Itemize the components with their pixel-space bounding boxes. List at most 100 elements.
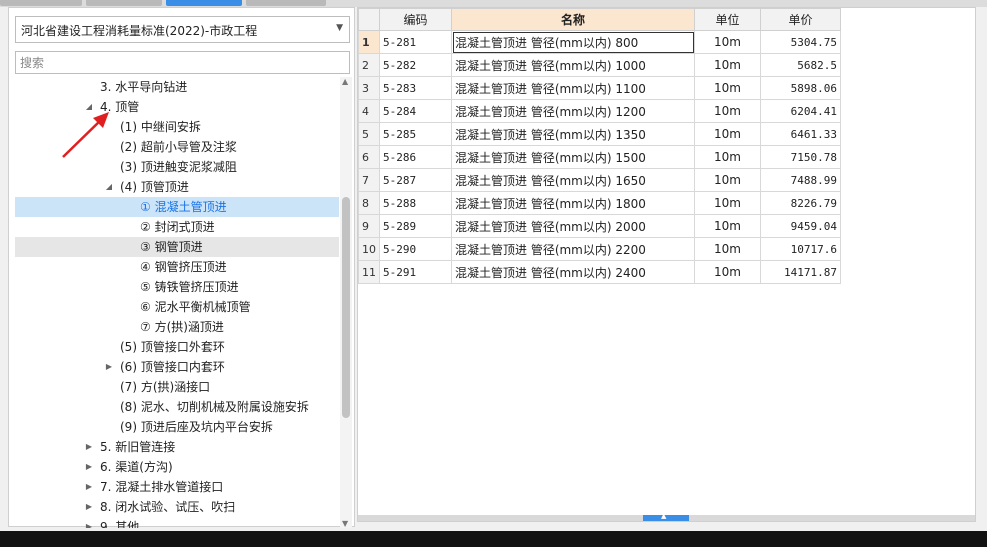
- cell-name[interactable]: 混凝土管顶进 管径(mm以内) 2000: [451, 214, 695, 238]
- cell-price[interactable]: 7150.78: [760, 145, 841, 169]
- cell-name[interactable]: 混凝土管顶进 管径(mm以内) 1800: [451, 191, 695, 215]
- table-row[interactable]: 10 5-290 混凝土管顶进 管径(mm以内) 2200 10m 10717.…: [358, 237, 841, 261]
- tree-node[interactable]: ④ 钢管挤压顶进: [15, 257, 339, 277]
- cell-price[interactable]: 5682.5: [760, 53, 841, 77]
- tree-node[interactable]: (8) 泥水、切削机械及附属设施安拆: [15, 397, 339, 417]
- cell-unit[interactable]: 10m: [694, 168, 761, 192]
- column-header-price[interactable]: 单价: [760, 8, 841, 31]
- expand-triangle-icon[interactable]: ▶: [104, 357, 114, 377]
- row-index[interactable]: 8: [358, 191, 380, 215]
- tree-node[interactable]: (2) 超前小导管及注浆: [15, 137, 339, 157]
- cell-price[interactable]: 10717.6: [760, 237, 841, 261]
- row-index-header[interactable]: [358, 8, 380, 31]
- cell-name[interactable]: 混凝土管顶进 管径(mm以内) 2400: [451, 260, 695, 284]
- table-row[interactable]: 8 5-288 混凝土管顶进 管径(mm以内) 1800 10m 8226.79: [358, 191, 841, 215]
- standard-selector-dropdown[interactable]: 河北省建设工程消耗量标准(2022)-市政工程 ▼: [15, 16, 350, 43]
- row-index[interactable]: 6: [358, 145, 380, 169]
- chevron-down-icon[interactable]: ▼: [336, 23, 343, 33]
- column-header-unit[interactable]: 单位: [694, 8, 761, 31]
- table-row[interactable]: 1 5-281 混凝土管顶进 管径(mm以内) 800 10m 5304.75: [358, 30, 841, 54]
- cell-unit[interactable]: 10m: [694, 122, 761, 146]
- table-row[interactable]: 6 5-286 混凝土管顶进 管径(mm以内) 1500 10m 7150.78: [358, 145, 841, 169]
- tab-1[interactable]: [0, 0, 82, 6]
- cell-unit[interactable]: 10m: [694, 145, 761, 169]
- cell-code[interactable]: 5-288: [379, 191, 452, 215]
- cell-code[interactable]: 5-284: [379, 99, 452, 123]
- row-index[interactable]: 9: [358, 214, 380, 238]
- cell-unit[interactable]: 10m: [694, 260, 761, 284]
- table-row[interactable]: 5 5-285 混凝土管顶进 管径(mm以内) 1350 10m 6461.33: [358, 122, 841, 146]
- cell-unit[interactable]: 10m: [694, 191, 761, 215]
- expand-triangle-icon[interactable]: ▶: [84, 517, 94, 528]
- row-index[interactable]: 7: [358, 168, 380, 192]
- row-index[interactable]: 3: [358, 76, 380, 100]
- chevron-up-icon[interactable]: ▲: [661, 512, 666, 520]
- tree-node[interactable]: ② 封闭式顶进: [15, 217, 339, 237]
- table-row[interactable]: 7 5-287 混凝土管顶进 管径(mm以内) 1650 10m 7488.99: [358, 168, 841, 192]
- tree-node[interactable]: ⑥ 泥水平衡机械顶管: [15, 297, 339, 317]
- scroll-down-icon[interactable]: ▼: [342, 519, 348, 528]
- tree-node[interactable]: ◢ 4. 顶管: [15, 97, 339, 117]
- row-index[interactable]: 11: [358, 260, 380, 284]
- expand-triangle-icon[interactable]: ▶: [84, 457, 94, 477]
- cell-price[interactable]: 6204.41: [760, 99, 841, 123]
- tab-3-active[interactable]: [166, 0, 242, 6]
- scrollbar-thumb[interactable]: [342, 197, 350, 418]
- cell-unit[interactable]: 10m: [694, 99, 761, 123]
- cell-price[interactable]: 5304.75: [760, 30, 841, 54]
- table-row[interactable]: 2 5-282 混凝土管顶进 管径(mm以内) 1000 10m 5682.5: [358, 53, 841, 77]
- cell-price[interactable]: 5898.06: [760, 76, 841, 100]
- scroll-up-icon[interactable]: ▲: [342, 77, 348, 86]
- cell-code[interactable]: 5-286: [379, 145, 452, 169]
- row-index[interactable]: 5: [358, 122, 380, 146]
- tree-node[interactable]: ▶ (6) 顶管接口内套环: [15, 357, 339, 377]
- cell-price[interactable]: 14171.87: [760, 260, 841, 284]
- tree-node[interactable]: ▶ 6. 渠道(方沟): [15, 457, 339, 477]
- cell-unit[interactable]: 10m: [694, 30, 761, 54]
- tab-2[interactable]: [86, 0, 162, 6]
- table-row[interactable]: 4 5-284 混凝土管顶进 管径(mm以内) 1200 10m 6204.41: [358, 99, 841, 123]
- tree-node[interactable]: (7) 方(拱)涵接口: [15, 377, 339, 397]
- cell-code[interactable]: 5-282: [379, 53, 452, 77]
- cell-name[interactable]: 混凝土管顶进 管径(mm以内) 1100: [451, 76, 695, 100]
- tree-node[interactable]: ▶ 5. 新旧管连接: [15, 437, 339, 457]
- tree-node[interactable]: (5) 顶管接口外套环: [15, 337, 339, 357]
- cell-unit[interactable]: 10m: [694, 76, 761, 100]
- table-row[interactable]: 11 5-291 混凝土管顶进 管径(mm以内) 2400 10m 14171.…: [358, 260, 841, 284]
- cell-code[interactable]: 5-289: [379, 214, 452, 238]
- cell-name[interactable]: 混凝土管顶进 管径(mm以内) 1650: [451, 168, 695, 192]
- cell-unit[interactable]: 10m: [694, 53, 761, 77]
- cell-price[interactable]: 9459.04: [760, 214, 841, 238]
- tree-node[interactable]: (1) 中继间安拆: [15, 117, 339, 137]
- cell-name[interactable]: 混凝土管顶进 管径(mm以内) 1500: [451, 145, 695, 169]
- cell-code[interactable]: 5-291: [379, 260, 452, 284]
- collapse-triangle-icon[interactable]: ◢: [104, 177, 114, 197]
- search-input[interactable]: [15, 51, 350, 74]
- expand-triangle-icon[interactable]: ▶: [84, 477, 94, 497]
- cell-name[interactable]: 混凝土管顶进 管径(mm以内) 1200: [451, 99, 695, 123]
- cell-price[interactable]: 7488.99: [760, 168, 841, 192]
- splitter-bar[interactable]: ▲: [358, 512, 975, 521]
- collapse-triangle-icon[interactable]: ◢: [84, 97, 94, 117]
- tab-4[interactable]: [246, 0, 326, 6]
- tree-node[interactable]: ▶ 8. 闭水试验、试压、吹扫: [15, 497, 339, 517]
- cell-code[interactable]: 5-287: [379, 168, 452, 192]
- row-index[interactable]: 1: [358, 30, 380, 54]
- row-index[interactable]: 2: [358, 53, 380, 77]
- cell-code[interactable]: 5-281: [379, 30, 452, 54]
- tree-node[interactable]: ⑤ 铸铁管挤压顶进: [15, 277, 339, 297]
- tree-node[interactable]: ▶ 7. 混凝土排水管道接口: [15, 477, 339, 497]
- tree-node-selected[interactable]: ① 混凝土管顶进: [15, 197, 339, 217]
- splitter-grip[interactable]: ▲: [643, 512, 689, 521]
- row-index[interactable]: 10: [358, 237, 380, 261]
- cell-price[interactable]: 6461.33: [760, 122, 841, 146]
- tree-node[interactable]: 3. 水平导向钻进: [15, 77, 339, 97]
- tree-node[interactable]: ▶ 9. 其他: [15, 517, 339, 528]
- cell-code[interactable]: 5-283: [379, 76, 452, 100]
- expand-triangle-icon[interactable]: ▶: [84, 497, 94, 517]
- cell-unit[interactable]: 10m: [694, 214, 761, 238]
- cell-name[interactable]: 混凝土管顶进 管径(mm以内) 1350: [451, 122, 695, 146]
- tree-node[interactable]: ⑦ 方(拱)涵顶进: [15, 317, 339, 337]
- tree-node[interactable]: (9) 顶进后座及坑内平台安拆: [15, 417, 339, 437]
- cell-unit[interactable]: 10m: [694, 237, 761, 261]
